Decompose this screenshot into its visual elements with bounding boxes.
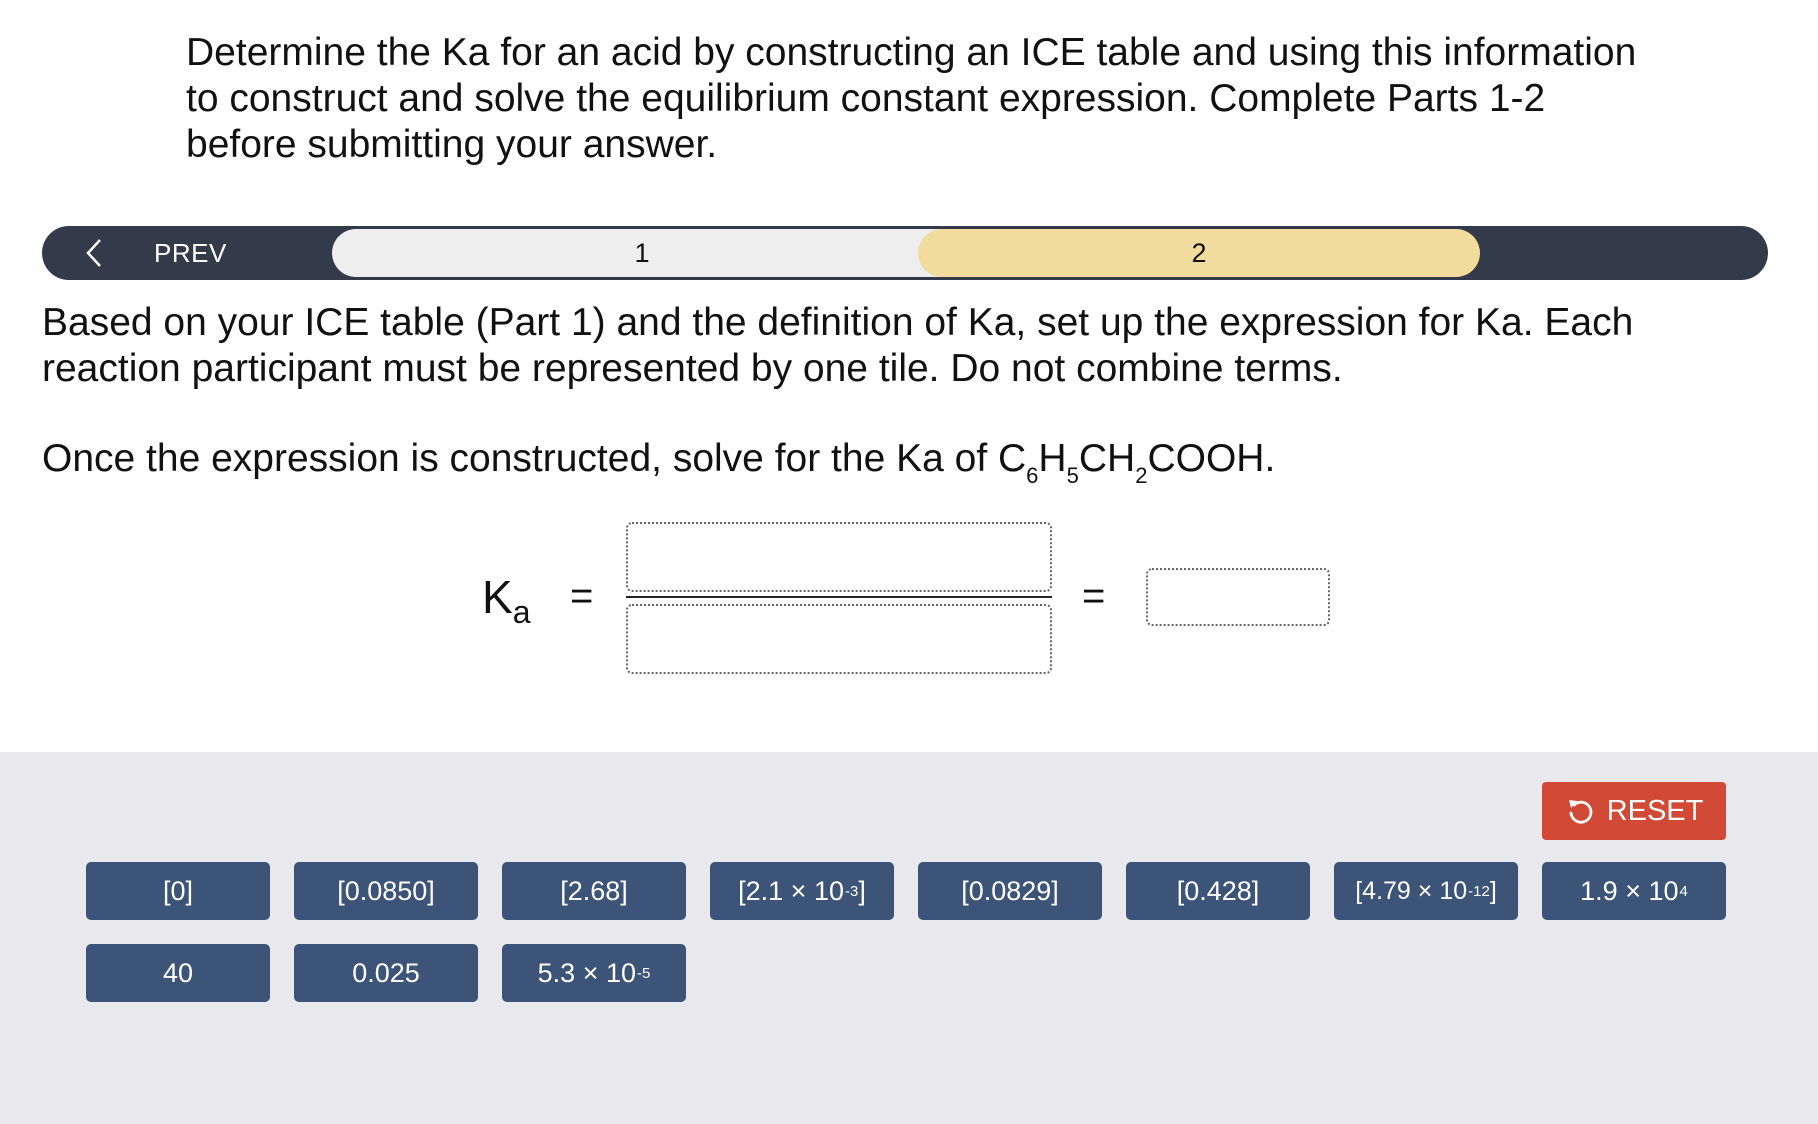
instructions-text: Based on your ICE table (Part 1) and the…: [42, 301, 1634, 390]
tile-4.79e-12[interactable]: [4.79 × 10 -12]: [1334, 862, 1518, 920]
ka-label: Ka: [482, 570, 530, 631]
part-2-tab[interactable]: 2: [918, 229, 1480, 277]
tile-label: [0.0829]: [961, 875, 1059, 906]
subscript-6: 6: [1026, 463, 1039, 488]
tile-end: ]: [1489, 876, 1497, 905]
part-2-label: 2: [1191, 237, 1207, 268]
tile-label: 0.025: [352, 957, 420, 988]
intro-text: Determine the Ka for an acid by construc…: [186, 31, 1637, 166]
subscript-5: 5: [1066, 463, 1079, 488]
formula-h: H: [1038, 437, 1067, 480]
tile-label: [0.0850]: [337, 875, 435, 906]
tile-2.1e-3[interactable]: [2.1 × 10 -3]: [710, 862, 894, 920]
tile-base: 5.3 × 10: [537, 957, 636, 988]
subscript-2: 2: [1135, 463, 1148, 488]
reset-label: RESET: [1606, 794, 1704, 827]
numerator-drop-zone[interactable]: [626, 522, 1052, 592]
fraction-line: [626, 596, 1052, 598]
ka-subscript: a: [512, 594, 531, 630]
tile-exponent: 4: [1679, 882, 1688, 900]
reset-icon: [1565, 796, 1595, 826]
tile-5.3e-5[interactable]: 5.3 × 10 -5: [502, 944, 686, 1002]
formula-cooh: COOH.: [1147, 437, 1276, 480]
tile-base: [4.79 × 10: [1355, 876, 1468, 905]
tile-0.025[interactable]: 0.025: [294, 944, 478, 1002]
tile-exponent: -3: [844, 882, 859, 900]
tile-label: [0.428]: [1176, 875, 1260, 906]
chevron-left-icon: [84, 233, 124, 273]
tile-base: 1.9 × 10: [1580, 875, 1679, 906]
tile-0.0829[interactable]: [0.0829]: [918, 862, 1102, 920]
tile-40[interactable]: 40: [86, 944, 270, 1002]
answer-drop-zone[interactable]: [1146, 568, 1330, 626]
reset-button[interactable]: RESET: [1542, 782, 1726, 840]
tile-zero[interactable]: [0]: [86, 862, 270, 920]
equals-sign: =: [570, 574, 594, 618]
prev-button[interactable]: PREV: [42, 226, 332, 280]
part-navigation-bar: PREV 1 2: [42, 226, 1768, 280]
tile-end: ]: [858, 875, 866, 906]
solve-prompt: Once the expression is constructed, solv…: [42, 436, 1742, 487]
tile-0.428[interactable]: [0.428]: [1126, 862, 1310, 920]
tile-base: [2.1 × 10: [738, 875, 844, 906]
tile-label: [2.68]: [560, 875, 628, 906]
tile-label: [0]: [162, 875, 194, 906]
tile-2.68[interactable]: [2.68]: [502, 862, 686, 920]
prev-label: PREV: [154, 237, 227, 268]
solve-prompt-prefix: Once the expression is constructed, solv…: [42, 437, 1027, 480]
tile-1.9e4[interactable]: 1.9 × 10 4: [1542, 862, 1726, 920]
ka-k: K: [482, 571, 513, 623]
denominator-drop-zone[interactable]: [626, 604, 1052, 674]
tile-exponent: -12: [1468, 882, 1490, 900]
equals-sign-result: =: [1082, 574, 1106, 618]
tile-0.0850[interactable]: [0.0850]: [294, 862, 478, 920]
part-1-tab[interactable]: 1: [332, 229, 952, 277]
tile-label: 40: [162, 957, 194, 988]
part-1-label: 1: [634, 237, 650, 268]
tile-exponent: -5: [637, 964, 651, 982]
formula-ch: CH: [1078, 437, 1136, 480]
